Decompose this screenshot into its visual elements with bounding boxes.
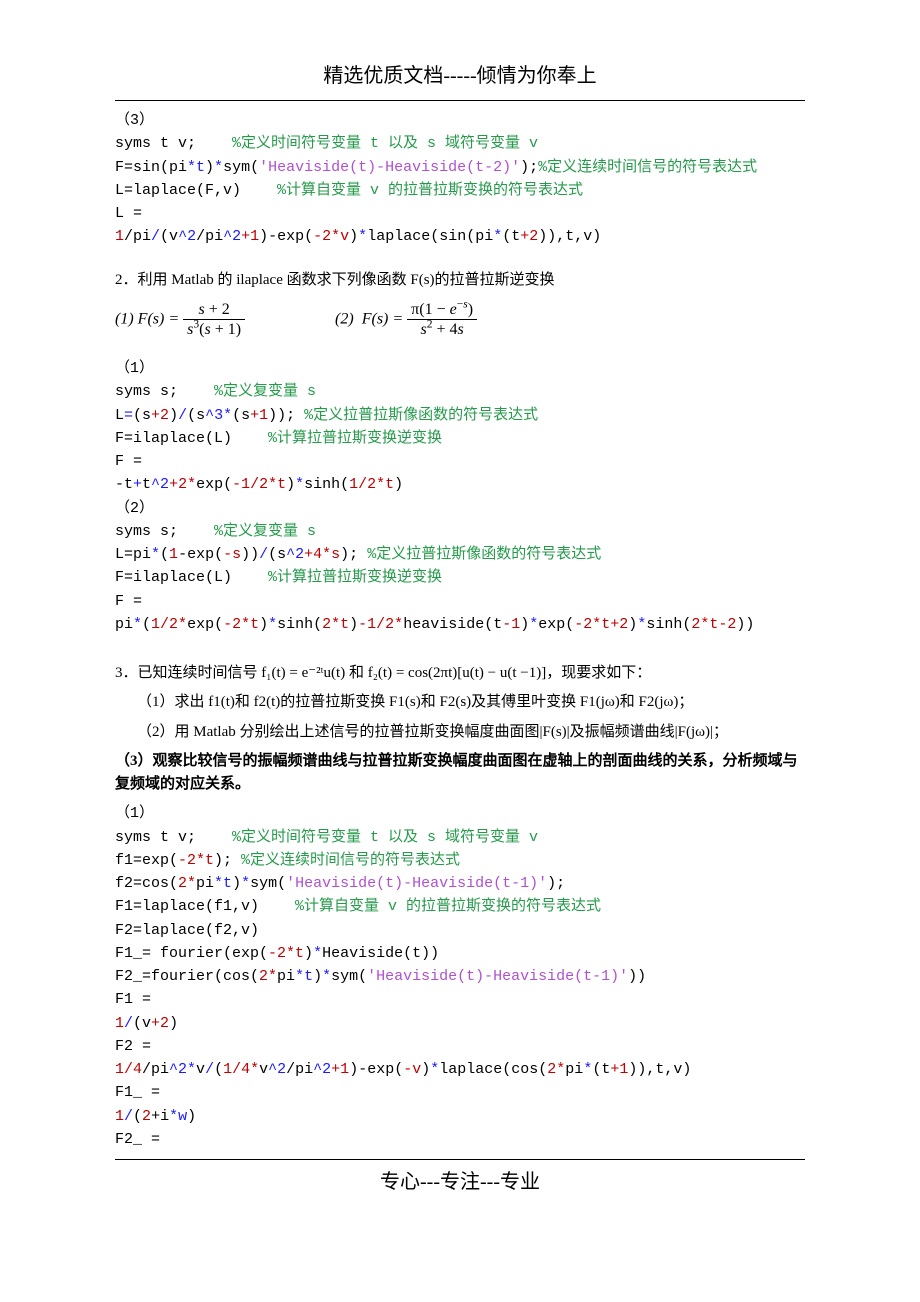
formula-2-1: (1) F(s) = s + 2s3(s + 1) bbox=[115, 300, 245, 339]
code-line: -t+t^2+2*exp(-1/2*t)*sinh(1/2*t) bbox=[115, 473, 805, 496]
code-line: 1/(v+2) bbox=[115, 1012, 805, 1035]
code-line: F = bbox=[115, 590, 805, 613]
question-3-1: （1）求出 f1(t)和 f2(t)的拉普拉斯变换 F1(s)和 F2(s)及其… bbox=[115, 691, 805, 714]
header-rule bbox=[115, 100, 805, 101]
formulas-q2: (1) F(s) = s + 2s3(s + 1) (2) F(s) = π(1… bbox=[115, 300, 805, 339]
code-line: F1_= fourier(exp(-2*t)*Heaviside(t)) bbox=[115, 942, 805, 965]
code-line: syms t v; %定义时间符号变量 t 以及 s 域符号变量 v bbox=[115, 132, 805, 155]
code-line: L=(s+2)/(s^3*(s+1)); %定义拉普拉斯像函数的符号表达式 bbox=[115, 404, 805, 427]
code-line: L=laplace(F,v) %计算自变量 v 的拉普拉斯变换的符号表达式 bbox=[115, 179, 805, 202]
code-line: 1/4/pi^2*v/(1/4*v^2/pi^2+1)-exp(-v)*lapl… bbox=[115, 1058, 805, 1081]
question-3-2: （2）用 Matlab 分别绘出上述信号的拉普拉斯变换幅度曲面图|F(s)|及振… bbox=[115, 721, 805, 744]
code-line: 1/(2+i*w) bbox=[115, 1105, 805, 1128]
footer-rule bbox=[115, 1159, 805, 1160]
code-line: F2_=fourier(cos(2*pi*t)*sym('Heaviside(t… bbox=[115, 965, 805, 988]
page-header: 精选优质文档-----倾情为你奉上 bbox=[115, 60, 805, 92]
code-line: F=ilaplace(L) %计算拉普拉斯变换逆变换 bbox=[115, 566, 805, 589]
code-line: L=pi*(1-exp(-s))/(s^2+4*s); %定义拉普拉斯像函数的符… bbox=[115, 543, 805, 566]
code-line: （1） bbox=[115, 357, 805, 380]
code-line: syms s; %定义复变量 s bbox=[115, 520, 805, 543]
code-line: F = bbox=[115, 450, 805, 473]
code-line: syms t v; %定义时间符号变量 t 以及 s 域符号变量 v bbox=[115, 826, 805, 849]
code-line: （1） bbox=[115, 802, 805, 825]
code-line: F2 = bbox=[115, 1035, 805, 1058]
code-line: F1_ = bbox=[115, 1081, 805, 1104]
code-line: F=sin(pi*t)*sym('Heaviside(t)-Heaviside(… bbox=[115, 156, 805, 179]
question-3: 3．已知连续时间信号 f₁(t) = e⁻²ᵗu(t) 和 f₂(t) = co… bbox=[115, 662, 805, 685]
code-line: F2=laplace(f2,v) bbox=[115, 919, 805, 942]
question-2: 2．利用 Matlab 的 ilaplace 函数求下列像函数 F(s)的拉普拉… bbox=[115, 269, 805, 292]
code-line: F=ilaplace(L) %计算拉普拉斯变换逆变换 bbox=[115, 427, 805, 450]
code-line: F1=laplace(f1,v) %计算自变量 v 的拉普拉斯变换的符号表达式 bbox=[115, 895, 805, 918]
code-line: F2_ = bbox=[115, 1128, 805, 1151]
code-line: （3） bbox=[115, 109, 805, 132]
code-line: f1=exp(-2*t); %定义连续时间信号的符号表达式 bbox=[115, 849, 805, 872]
code-line: （2） bbox=[115, 497, 805, 520]
document-page: 精选优质文档-----倾情为你奉上 （3） syms t v; %定义时间符号变… bbox=[0, 0, 920, 1238]
code-line: syms s; %定义复变量 s bbox=[115, 380, 805, 403]
code-line: f2=cos(2*pi*t)*sym('Heaviside(t)-Heavisi… bbox=[115, 872, 805, 895]
code-line: F1 = bbox=[115, 988, 805, 1011]
code-line: L = bbox=[115, 202, 805, 225]
question-3-3: （3）观察比较信号的振幅频谱曲线与拉普拉斯变换幅度曲面图在虚轴上的剖面曲线的关系… bbox=[115, 750, 805, 797]
page-footer: 专心---专注---专业 bbox=[115, 1166, 805, 1198]
code-line: pi*(1/2*exp(-2*t)*sinh(2*t)-1/2*heavisid… bbox=[115, 613, 805, 636]
formula-2-2: (2) F(s) = π(1 − e−s)s2 + 4s bbox=[335, 300, 477, 339]
code-line: 1/pi/(v^2/pi^2+1)-exp(-2*v)*laplace(sin(… bbox=[115, 225, 805, 248]
